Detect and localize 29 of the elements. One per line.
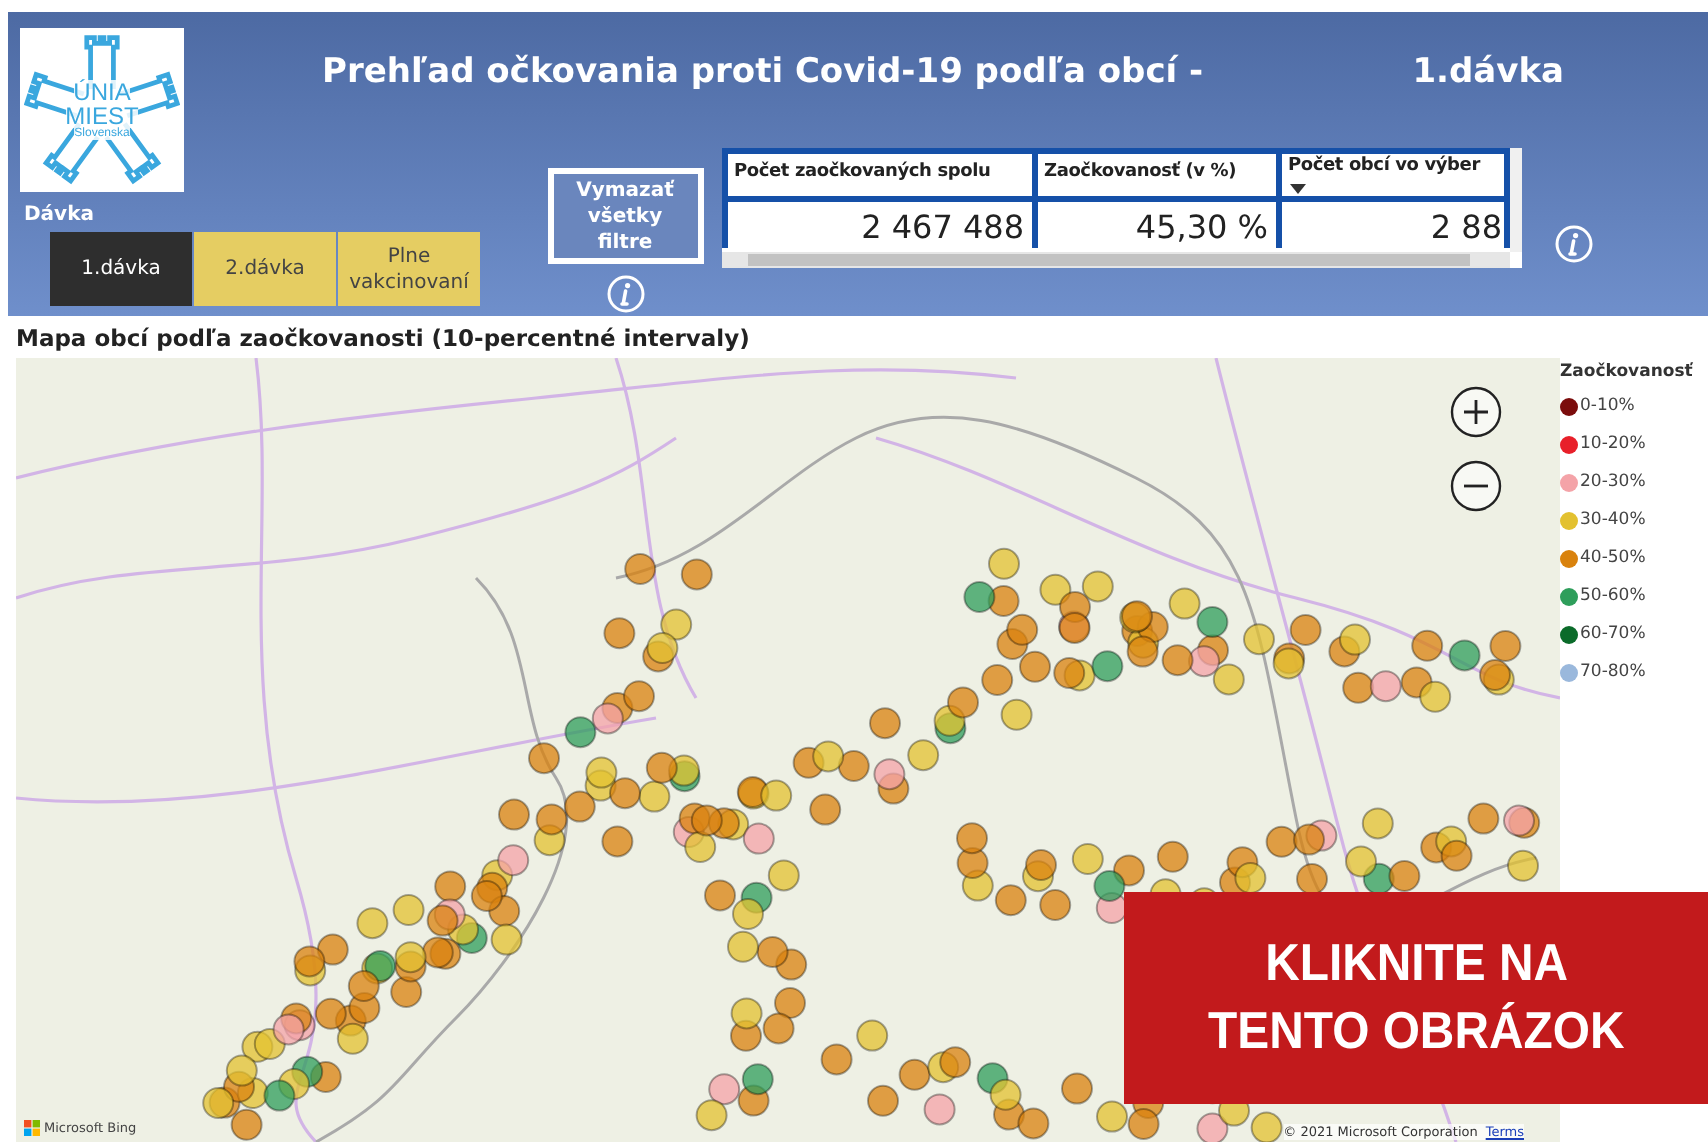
report-title: Prehľad očkovania proti Covid-19 podľa obcí - <box>322 52 1204 92</box>
legend-label: 60-70% <box>1580 624 1646 644</box>
filter-label: Dávka <box>24 204 96 226</box>
map-title: Mapa obcí podľa zaočkovanosti (10-percentné intervaly) <box>16 324 752 356</box>
vertical-scrollbar[interactable] <box>1510 148 1522 252</box>
promo-banner[interactable]: KLIKNITE NA TENTO OBRÁZOK <box>1124 892 1708 1104</box>
legend-label: 10-20% <box>1580 434 1646 454</box>
column-header[interactable]: Zaočkovanosť (v %) <box>1038 154 1282 202</box>
legend-label: 0-10% <box>1580 396 1635 416</box>
column-header[interactable]: Počet zaočkovaných spolu <box>728 154 1038 202</box>
dose-option[interactable]: 2.dávka <box>194 232 336 306</box>
info-icon[interactable] <box>605 274 645 314</box>
dose-option[interactable]: Plne vakcinovaní <box>338 232 480 306</box>
info-icon[interactable] <box>1554 224 1594 264</box>
legend-label: 50-60% <box>1580 586 1646 606</box>
legend-title: Zaočkovanosť <box>1560 362 1693 382</box>
legend-label: 70-80% <box>1580 662 1646 682</box>
legend-label: 20-30% <box>1580 472 1646 492</box>
legend-label: 30-40% <box>1580 510 1646 530</box>
windows-logo-icon <box>24 1120 40 1136</box>
legend-label: 40-50% <box>1580 548 1646 568</box>
horizontal-scrollbar[interactable] <box>722 252 1510 268</box>
zoom-out-icon[interactable] <box>1450 460 1502 512</box>
zoom-in-icon[interactable] <box>1450 386 1502 438</box>
clear-filters-button[interactable]: Vymazať všetky filtre <box>547 168 703 264</box>
logo-text: MIEST <box>65 104 139 128</box>
dose-title: 1.dávka <box>1412 52 1564 92</box>
logo-text: ÚNIA <box>73 80 131 104</box>
dose-option[interactable]: 1.dávka <box>50 232 192 306</box>
